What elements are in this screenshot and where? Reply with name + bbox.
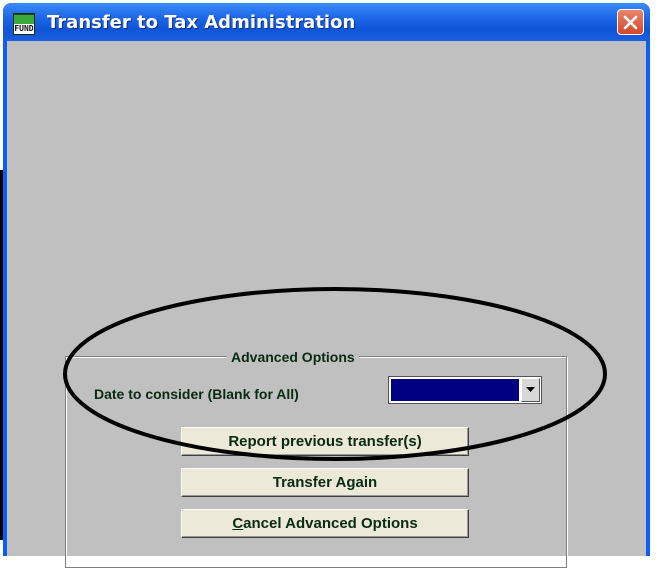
fund-app-icon: FUND FUND xyxy=(13,13,35,35)
report-previous-transfers-button[interactable]: Report previous transfer(s) xyxy=(181,427,469,456)
close-icon xyxy=(623,15,638,29)
cancel-label-rest: ancel Advanced Options xyxy=(243,515,418,532)
cancel-advanced-options-button[interactable]: Cancel Advanced Options xyxy=(181,509,469,538)
dialog-window: FUND FUND Transfer to Tax Administration… xyxy=(3,3,650,568)
cancel-accelerator: C xyxy=(232,515,244,532)
advanced-options-title: Advanced Options xyxy=(227,349,359,365)
close-button[interactable] xyxy=(617,9,644,35)
dialog-client-area: Advanced Options Date to consider (Blank… xyxy=(7,41,646,568)
icon-label: FUND xyxy=(14,24,34,34)
window-title: Transfer to Tax Administration xyxy=(47,12,356,33)
date-to-consider-label: Date to consider (Blank for All) xyxy=(94,386,299,402)
date-dropdown-button[interactable] xyxy=(521,378,540,402)
date-to-consider-input[interactable] xyxy=(391,379,519,401)
transfer-again-button[interactable]: Transfer Again xyxy=(181,468,469,497)
date-to-consider-combo[interactable] xyxy=(388,376,542,404)
chevron-down-icon xyxy=(526,387,535,392)
title-bar[interactable]: FUND FUND Transfer to Tax Administration xyxy=(3,3,650,41)
